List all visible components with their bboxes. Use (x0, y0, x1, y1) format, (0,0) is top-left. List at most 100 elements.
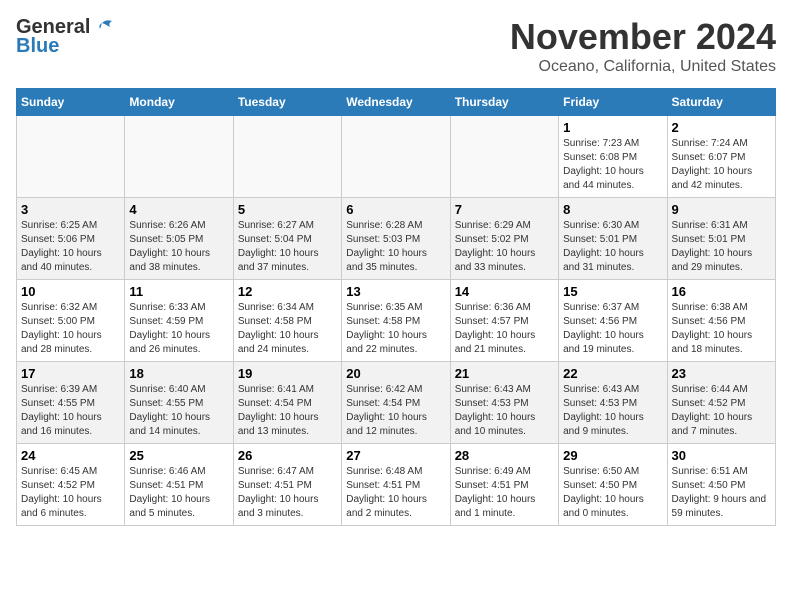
sunrise-text: Sunrise: 7:23 AM (563, 138, 639, 149)
day-number: 5 (238, 202, 337, 217)
day-info: Sunrise: 6:46 AM Sunset: 4:51 PM Dayligh… (129, 465, 228, 521)
daylight-text: Daylight: 10 hours and 13 minutes. (238, 412, 319, 437)
sunset-text: Sunset: 4:53 PM (563, 398, 637, 409)
title-area: November 2024 Oceano, California, United… (510, 16, 776, 76)
sunset-text: Sunset: 4:58 PM (346, 316, 420, 327)
day-info: Sunrise: 6:51 AM Sunset: 4:50 PM Dayligh… (672, 465, 771, 521)
day-cell-4-4: 28 Sunrise: 6:49 AM Sunset: 4:51 PM Dayl… (450, 444, 558, 526)
daylight-text: Daylight: 10 hours and 5 minutes. (129, 494, 210, 519)
sunrise-text: Sunrise: 6:43 AM (455, 384, 531, 395)
day-cell-3-0: 17 Sunrise: 6:39 AM Sunset: 4:55 PM Dayl… (17, 362, 125, 444)
daylight-text: Daylight: 10 hours and 35 minutes. (346, 248, 427, 273)
day-cell-1-6: 9 Sunrise: 6:31 AM Sunset: 5:01 PM Dayli… (667, 198, 775, 280)
sunrise-text: Sunrise: 6:44 AM (672, 384, 748, 395)
day-cell-2-4: 14 Sunrise: 6:36 AM Sunset: 4:57 PM Dayl… (450, 280, 558, 362)
day-number: 6 (346, 202, 445, 217)
calendar: Sunday Monday Tuesday Wednesday Thursday… (16, 88, 776, 526)
week-row-4: 17 Sunrise: 6:39 AM Sunset: 4:55 PM Dayl… (17, 362, 776, 444)
sunset-text: Sunset: 4:56 PM (563, 316, 637, 327)
weekday-header-row: Sunday Monday Tuesday Wednesday Thursday… (17, 89, 776, 116)
day-info: Sunrise: 7:24 AM Sunset: 6:07 PM Dayligh… (672, 137, 771, 193)
sunrise-text: Sunrise: 7:24 AM (672, 138, 748, 149)
sunrise-text: Sunrise: 6:26 AM (129, 220, 205, 231)
day-number: 20 (346, 366, 445, 381)
sunset-text: Sunset: 5:04 PM (238, 234, 312, 245)
daylight-text: Daylight: 9 hours and 59 minutes. (672, 494, 767, 519)
day-cell-4-5: 29 Sunrise: 6:50 AM Sunset: 4:50 PM Dayl… (559, 444, 667, 526)
day-cell-1-3: 6 Sunrise: 6:28 AM Sunset: 5:03 PM Dayli… (342, 198, 450, 280)
week-row-5: 24 Sunrise: 6:45 AM Sunset: 4:52 PM Dayl… (17, 444, 776, 526)
day-number: 28 (455, 448, 554, 463)
day-cell-2-5: 15 Sunrise: 6:37 AM Sunset: 4:56 PM Dayl… (559, 280, 667, 362)
header-wednesday: Wednesday (342, 89, 450, 116)
daylight-text: Daylight: 10 hours and 19 minutes. (563, 330, 644, 355)
sunrise-text: Sunrise: 6:29 AM (455, 220, 531, 231)
daylight-text: Daylight: 10 hours and 29 minutes. (672, 248, 753, 273)
day-info: Sunrise: 6:39 AM Sunset: 4:55 PM Dayligh… (21, 383, 120, 439)
sunrise-text: Sunrise: 6:39 AM (21, 384, 97, 395)
sunset-text: Sunset: 5:06 PM (21, 234, 95, 245)
day-info: Sunrise: 6:44 AM Sunset: 4:52 PM Dayligh… (672, 383, 771, 439)
day-number: 26 (238, 448, 337, 463)
day-cell-4-2: 26 Sunrise: 6:47 AM Sunset: 4:51 PM Dayl… (233, 444, 341, 526)
day-cell-1-4: 7 Sunrise: 6:29 AM Sunset: 5:02 PM Dayli… (450, 198, 558, 280)
sunrise-text: Sunrise: 6:46 AM (129, 466, 205, 477)
day-cell-0-2 (233, 116, 341, 198)
day-info: Sunrise: 6:35 AM Sunset: 4:58 PM Dayligh… (346, 301, 445, 357)
logo: General Blue (16, 16, 114, 58)
day-number: 25 (129, 448, 228, 463)
sunset-text: Sunset: 5:02 PM (455, 234, 529, 245)
sunset-text: Sunset: 4:50 PM (672, 480, 746, 491)
day-number: 2 (672, 120, 771, 135)
day-cell-3-5: 22 Sunrise: 6:43 AM Sunset: 4:53 PM Dayl… (559, 362, 667, 444)
sunset-text: Sunset: 4:54 PM (238, 398, 312, 409)
day-cell-0-5: 1 Sunrise: 7:23 AM Sunset: 6:08 PM Dayli… (559, 116, 667, 198)
week-row-3: 10 Sunrise: 6:32 AM Sunset: 5:00 PM Dayl… (17, 280, 776, 362)
day-number: 18 (129, 366, 228, 381)
sunset-text: Sunset: 6:07 PM (672, 152, 746, 163)
sunrise-text: Sunrise: 6:35 AM (346, 302, 422, 313)
day-number: 17 (21, 366, 120, 381)
logo-bird-icon (92, 19, 114, 37)
sunrise-text: Sunrise: 6:42 AM (346, 384, 422, 395)
daylight-text: Daylight: 10 hours and 12 minutes. (346, 412, 427, 437)
daylight-text: Daylight: 10 hours and 14 minutes. (129, 412, 210, 437)
sunrise-text: Sunrise: 6:40 AM (129, 384, 205, 395)
sunrise-text: Sunrise: 6:28 AM (346, 220, 422, 231)
day-cell-3-6: 23 Sunrise: 6:44 AM Sunset: 4:52 PM Dayl… (667, 362, 775, 444)
day-number: 24 (21, 448, 120, 463)
day-number: 4 (129, 202, 228, 217)
day-info: Sunrise: 6:34 AM Sunset: 4:58 PM Dayligh… (238, 301, 337, 357)
day-cell-3-2: 19 Sunrise: 6:41 AM Sunset: 4:54 PM Dayl… (233, 362, 341, 444)
daylight-text: Daylight: 10 hours and 9 minutes. (563, 412, 644, 437)
day-info: Sunrise: 6:41 AM Sunset: 4:54 PM Dayligh… (238, 383, 337, 439)
day-info: Sunrise: 6:28 AM Sunset: 5:03 PM Dayligh… (346, 219, 445, 275)
day-number: 3 (21, 202, 120, 217)
day-cell-3-4: 21 Sunrise: 6:43 AM Sunset: 4:53 PM Dayl… (450, 362, 558, 444)
day-cell-2-1: 11 Sunrise: 6:33 AM Sunset: 4:59 PM Dayl… (125, 280, 233, 362)
day-info: Sunrise: 6:43 AM Sunset: 4:53 PM Dayligh… (455, 383, 554, 439)
day-info: Sunrise: 6:50 AM Sunset: 4:50 PM Dayligh… (563, 465, 662, 521)
day-cell-1-5: 8 Sunrise: 6:30 AM Sunset: 5:01 PM Dayli… (559, 198, 667, 280)
sunrise-text: Sunrise: 6:49 AM (455, 466, 531, 477)
sunset-text: Sunset: 6:08 PM (563, 152, 637, 163)
daylight-text: Daylight: 10 hours and 21 minutes. (455, 330, 536, 355)
day-cell-0-4 (450, 116, 558, 198)
logo-blue: Blue (16, 35, 59, 58)
week-row-2: 3 Sunrise: 6:25 AM Sunset: 5:06 PM Dayli… (17, 198, 776, 280)
day-info: Sunrise: 6:31 AM Sunset: 5:01 PM Dayligh… (672, 219, 771, 275)
day-number: 27 (346, 448, 445, 463)
day-number: 13 (346, 284, 445, 299)
day-number: 11 (129, 284, 228, 299)
day-cell-0-6: 2 Sunrise: 7:24 AM Sunset: 6:07 PM Dayli… (667, 116, 775, 198)
sunrise-text: Sunrise: 6:25 AM (21, 220, 97, 231)
daylight-text: Daylight: 10 hours and 24 minutes. (238, 330, 319, 355)
day-number: 12 (238, 284, 337, 299)
sunset-text: Sunset: 5:05 PM (129, 234, 203, 245)
day-cell-3-1: 18 Sunrise: 6:40 AM Sunset: 4:55 PM Dayl… (125, 362, 233, 444)
day-info: Sunrise: 6:36 AM Sunset: 4:57 PM Dayligh… (455, 301, 554, 357)
day-cell-1-2: 5 Sunrise: 6:27 AM Sunset: 5:04 PM Dayli… (233, 198, 341, 280)
day-info: Sunrise: 6:43 AM Sunset: 4:53 PM Dayligh… (563, 383, 662, 439)
daylight-text: Daylight: 10 hours and 0 minutes. (563, 494, 644, 519)
day-info: Sunrise: 6:42 AM Sunset: 4:54 PM Dayligh… (346, 383, 445, 439)
